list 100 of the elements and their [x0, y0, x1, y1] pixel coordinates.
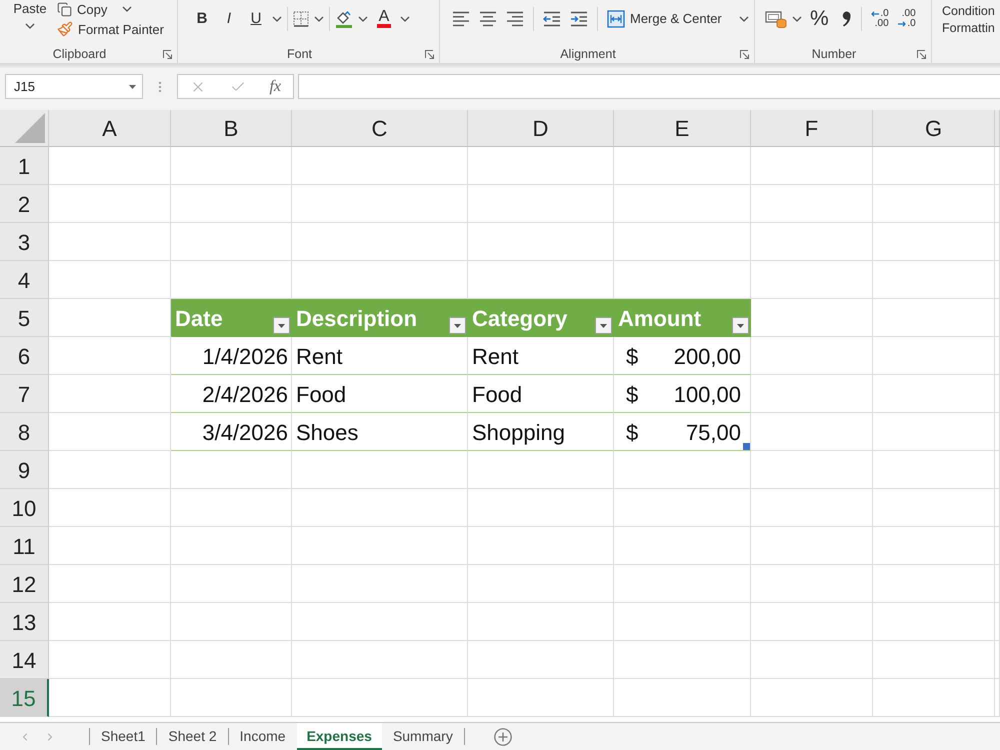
grid-cell[interactable] — [995, 261, 1000, 299]
grid-cell[interactable] — [873, 223, 995, 261]
format-painter-button[interactable]: Format Painter — [57, 20, 164, 38]
grid-cell[interactable] — [49, 603, 171, 641]
caret-icon[interactable] — [792, 16, 802, 22]
grid-cell[interactable] — [873, 451, 995, 489]
caret-icon[interactable] — [272, 16, 282, 22]
filter-button[interactable] — [273, 317, 290, 334]
grid-cell[interactable] — [751, 261, 873, 299]
name-box[interactable]: J15 — [5, 74, 143, 99]
column-header[interactable] — [995, 110, 1000, 147]
row-header[interactable]: 14 — [0, 641, 49, 679]
row-header[interactable]: 4 — [0, 261, 49, 299]
grid-cell[interactable] — [614, 185, 751, 223]
grid-cell[interactable] — [751, 641, 873, 679]
grid-cell[interactable] — [171, 679, 292, 717]
align-left-icon[interactable] — [452, 10, 470, 26]
grid-cell[interactable] — [468, 641, 614, 679]
resize-handle-icon[interactable] — [743, 443, 750, 450]
caret-icon[interactable] — [400, 16, 410, 22]
grid-cell[interactable] — [49, 641, 171, 679]
grid-cell[interactable] — [995, 451, 1000, 489]
grid-cell[interactable] — [873, 261, 995, 299]
grid-cell[interactable] — [614, 223, 751, 261]
grid-cell[interactable] — [171, 223, 292, 261]
grid-cell[interactable] — [995, 185, 1000, 223]
row-header[interactable]: 5 — [0, 299, 49, 337]
grid-cell[interactable] — [49, 565, 171, 603]
grid-cell[interactable] — [171, 641, 292, 679]
row-header[interactable]: 3 — [0, 223, 49, 261]
grid-cell[interactable] — [614, 451, 751, 489]
table-cell[interactable]: Shopping — [468, 413, 614, 451]
comma-icon[interactable] — [842, 10, 851, 26]
grid-cell[interactable] — [49, 223, 171, 261]
copy-button[interactable]: Copy — [57, 0, 164, 18]
grid-cell[interactable] — [171, 147, 292, 185]
corner-arrow-icon[interactable] — [163, 50, 172, 58]
grid-cell[interactable] — [751, 565, 873, 603]
row-header[interactable]: 12 — [0, 565, 49, 603]
grid-cell[interactable] — [751, 147, 873, 185]
grid-cell[interactable] — [468, 451, 614, 489]
grid-cell[interactable] — [49, 261, 171, 299]
grid-cell[interactable] — [468, 223, 614, 261]
grid-cell[interactable] — [614, 489, 751, 527]
grid-cell[interactable] — [292, 223, 468, 261]
column-header[interactable]: C — [292, 110, 468, 147]
caret-icon[interactable] — [738, 16, 749, 22]
table-cell[interactable]: Rent — [468, 337, 614, 375]
filter-button[interactable] — [732, 317, 749, 334]
grid-cell[interactable] — [49, 489, 171, 527]
row-header[interactable]: 9 — [0, 451, 49, 489]
grid-cell[interactable] — [292, 679, 468, 717]
row-header[interactable]: 11 — [0, 527, 49, 565]
row-header[interactable]: 8 — [0, 413, 49, 451]
grid-cell[interactable] — [995, 413, 1000, 451]
caret-icon[interactable] — [122, 6, 132, 12]
column-header[interactable]: G — [873, 110, 995, 147]
bold-button[interactable]: B — [191, 8, 213, 30]
grid-cell[interactable] — [614, 147, 751, 185]
grid-cell[interactable] — [614, 565, 751, 603]
grid-cell[interactable] — [292, 489, 468, 527]
table-cell[interactable]: Food — [292, 375, 468, 413]
indent-icon[interactable] — [570, 10, 588, 26]
grid-cell[interactable] — [751, 413, 873, 451]
grid-cell[interactable] — [49, 679, 171, 717]
table-cell[interactable]: Shoes — [292, 413, 468, 451]
row-header[interactable]: 10 — [0, 489, 49, 527]
table-cell[interactable]: 2/4/2026 — [171, 375, 292, 413]
caret-icon[interactable] — [25, 23, 35, 29]
row-header[interactable]: 1 — [0, 147, 49, 185]
grid-cell[interactable] — [995, 565, 1000, 603]
filter-button[interactable] — [449, 317, 466, 334]
insert-function-button[interactable]: fx — [269, 78, 281, 96]
grid-cell[interactable] — [171, 565, 292, 603]
grid-cell[interactable] — [751, 223, 873, 261]
grid-cell[interactable] — [873, 185, 995, 223]
grid-cell[interactable] — [468, 147, 614, 185]
underline-button[interactable]: U — [245, 8, 267, 30]
grid-cell[interactable] — [995, 375, 1000, 413]
grid-cell[interactable] — [468, 185, 614, 223]
filter-button[interactable] — [595, 317, 612, 334]
select-all-button[interactable] — [0, 110, 49, 147]
grid-cell[interactable] — [873, 147, 995, 185]
grid-cell[interactable] — [873, 337, 995, 375]
sheet-tab[interactable]: Summary — [382, 723, 464, 750]
grid-cell[interactable] — [49, 413, 171, 451]
percent-button[interactable]: % — [807, 8, 832, 30]
grid-cell[interactable] — [468, 565, 614, 603]
grid-cell[interactable] — [171, 527, 292, 565]
grid-cell[interactable] — [49, 337, 171, 375]
row-header[interactable]: 2 — [0, 185, 49, 223]
grid-cell[interactable] — [49, 185, 171, 223]
grid-cell[interactable] — [171, 489, 292, 527]
corner-arrow-icon[interactable] — [917, 50, 926, 58]
grid-cell[interactable] — [751, 679, 873, 717]
table-cell[interactable]: Food — [468, 375, 614, 413]
grid-cell[interactable] — [292, 185, 468, 223]
grid-cell[interactable] — [171, 603, 292, 641]
grid-cell[interactable] — [873, 413, 995, 451]
grid-cell[interactable] — [995, 337, 1000, 375]
